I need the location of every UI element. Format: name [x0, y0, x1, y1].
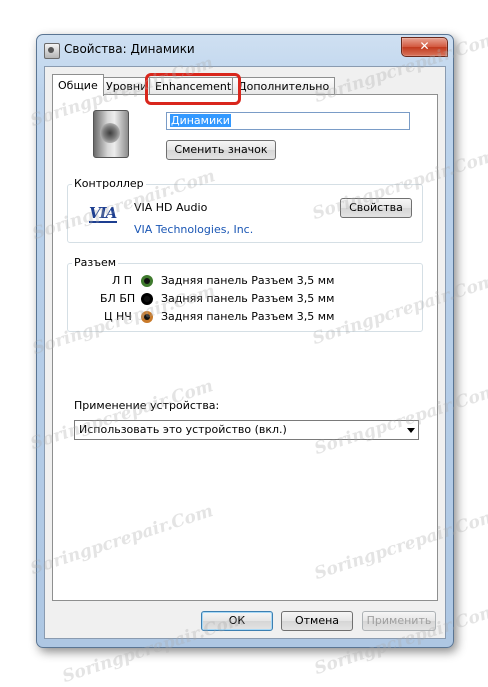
window-title: Свойства: Динамики: [64, 42, 195, 56]
device-usage-label: Применение устройства:: [74, 399, 220, 412]
controller-group-label: Контроллер: [72, 177, 146, 190]
ok-button[interactable]: ОК: [201, 611, 273, 631]
via-logo: VIA: [89, 205, 119, 223]
jack-orange-icon: [141, 311, 153, 323]
jack-description: Задняя панель Разъем 3,5 мм: [161, 274, 335, 287]
apply-button[interactable]: Применить: [362, 611, 436, 631]
jacks-group-label: Разъем: [72, 256, 119, 269]
tab-panel-general: [52, 94, 438, 601]
device-usage-select[interactable]: Использовать это устройство (вкл.): [74, 420, 419, 440]
jack-channel: Ц НЧ: [104, 310, 132, 323]
jack-description: Задняя панель Разъем 3,5 мм: [161, 292, 335, 305]
close-button[interactable]: ✕: [401, 37, 448, 57]
tab-general[interactable]: Общие: [52, 74, 104, 96]
speaker-icon: [93, 110, 129, 158]
jack-black-icon: [141, 293, 153, 305]
jack-channel: Л П: [112, 274, 133, 287]
cancel-button[interactable]: Отмена: [281, 611, 353, 631]
sound-properties-icon: [44, 43, 60, 59]
enhancements-highlight-ring: [145, 73, 241, 105]
dropdown-arrow-icon: [407, 428, 415, 433]
controller-properties-button[interactable]: Свойства: [340, 198, 412, 218]
controller-name: VIA HD Audio: [134, 201, 208, 214]
device-name-field[interactable]: Динамики: [166, 112, 410, 130]
device-name-text: Динамики: [170, 114, 231, 127]
change-icon-button[interactable]: Сменить значок: [166, 140, 276, 160]
tab-advanced[interactable]: Дополнительно: [232, 77, 336, 95]
jack-channel: БЛ БП: [100, 292, 136, 305]
device-usage-selected: Использовать это устройство (вкл.): [79, 423, 287, 436]
controller-vendor-link[interactable]: VIA Technologies, Inc.: [134, 223, 253, 236]
jack-green-icon: [141, 275, 153, 287]
jack-description: Задняя панель Разъем 3,5 мм: [161, 310, 335, 323]
